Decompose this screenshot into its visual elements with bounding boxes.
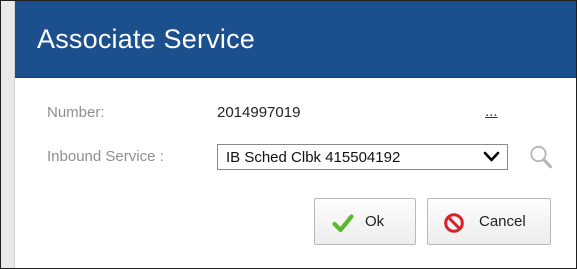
number-more-link[interactable]: ... <box>485 103 498 120</box>
number-value: 2014997019 <box>217 104 301 121</box>
app-frame: Associate Service Number: 2014997019 ...… <box>0 0 577 269</box>
search-icon[interactable] <box>529 144 553 170</box>
cancel-button-label: Cancel <box>479 213 526 230</box>
prohibited-icon <box>444 213 464 233</box>
dialog-title: Associate Service <box>37 24 255 54</box>
inbound-service-select[interactable]: IB Sched Clbk 415504192 <box>217 144 508 170</box>
chevron-down-icon <box>483 151 500 162</box>
cancel-button[interactable]: Cancel <box>427 198 551 245</box>
dialog-title-bar: Associate Service <box>15 1 576 78</box>
inbound-service-selected-value: IB Sched Clbk 415504192 <box>226 149 401 166</box>
background-panel-edge <box>1 1 15 268</box>
checkmark-icon <box>332 214 354 233</box>
ok-button[interactable]: Ok <box>314 198 416 245</box>
number-label: Number: <box>47 104 105 121</box>
ok-button-label: Ok <box>365 213 385 230</box>
associate-service-dialog: Associate Service Number: 2014997019 ...… <box>15 1 576 268</box>
inbound-service-label: Inbound Service : <box>47 148 164 165</box>
